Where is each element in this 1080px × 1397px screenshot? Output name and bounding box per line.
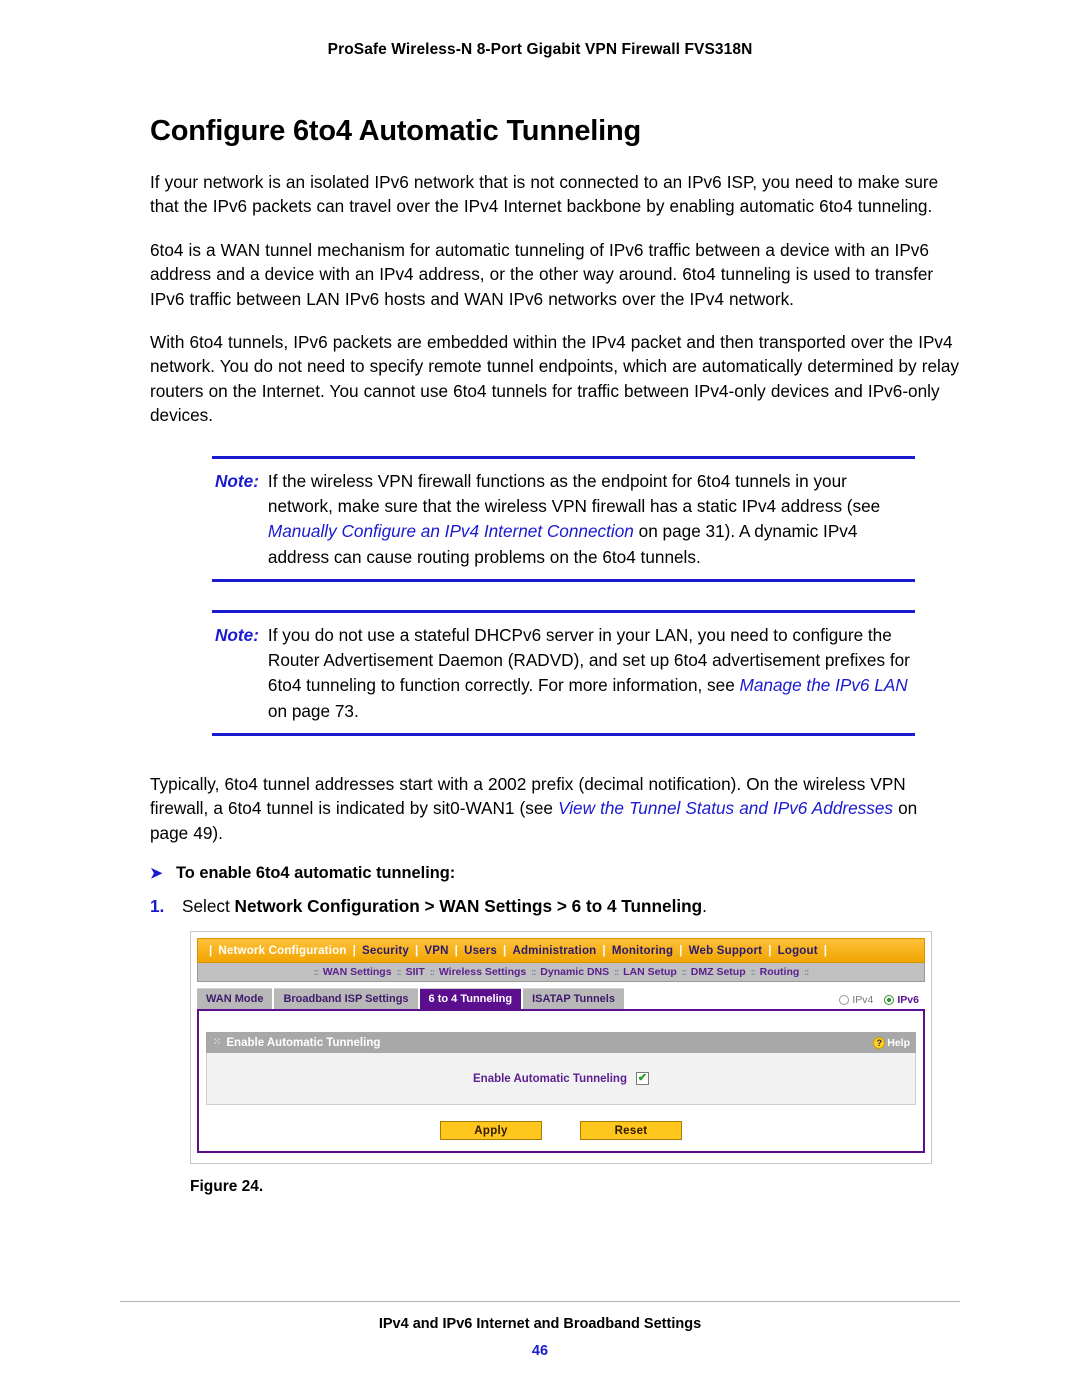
main-menu-bar: | Network Configuration | Security | VPN… [197, 938, 925, 964]
submenu-dot-icon: :: [750, 967, 756, 978]
figure-caption: Figure 24. [190, 1178, 264, 1196]
footer-divider [120, 1301, 960, 1302]
running-header: ProSafe Wireless-N 8-Port Gigabit VPN Fi… [327, 41, 753, 58]
content-column: Configure 6to4 Automatic Tunneling If yo… [0, 115, 1080, 1196]
submenu-dot-icon: :: [313, 967, 319, 978]
menu-separator: | [454, 944, 459, 957]
submenu-item-routing[interactable]: Routing [760, 966, 800, 978]
submenu-dot-icon: :: [614, 967, 619, 978]
submenu-item-wan-settings[interactable]: WAN Settings [323, 966, 392, 978]
step-menu-path: Network Configuration > WAN Settings > 6… [234, 896, 703, 917]
cross-reference-link[interactable]: Manage the IPv6 LAN [740, 675, 908, 695]
panel-spacer [206, 1018, 916, 1033]
menu-item-security[interactable]: Security [360, 945, 411, 957]
enable-automatic-tunneling-label: Enable Automatic Tunneling [473, 1072, 627, 1085]
section-body: Enable Automatic Tunneling ✔ [206, 1053, 916, 1106]
menu-separator: | [768, 944, 772, 957]
page-footer: IPv4 and IPv6 Internet and Broadband Set… [120, 1301, 960, 1359]
page-number: 46 [531, 1343, 549, 1359]
menu-item-monitoring[interactable]: Monitoring [610, 945, 675, 957]
body-paragraph-2: 6to4 is a WAN tunnel mechanism for autom… [150, 239, 934, 309]
menu-item-logout[interactable]: Logout [776, 945, 820, 957]
submenu-item-siit[interactable]: SIIT [406, 966, 425, 978]
submenu-item-dynamic-dns[interactable]: Dynamic DNS [540, 966, 609, 978]
menu-item-web-support[interactable]: Web Support [687, 945, 765, 957]
menu-item-users[interactable]: Users [462, 945, 499, 957]
radio-dot-icon [884, 995, 895, 1006]
enable-automatic-tunneling-checkbox[interactable]: ✔ [635, 1072, 649, 1086]
apply-button[interactable]: Apply [440, 1121, 542, 1141]
reset-button[interactable]: Reset [580, 1121, 682, 1141]
submenu-dot-icon: :: [804, 967, 809, 978]
body-paragraph-3: With 6to4 tunnels, IPv6 packets are embe… [150, 332, 959, 426]
note-label: Note: [215, 624, 259, 645]
radio-ipv6[interactable]: IPv6 [884, 994, 919, 1006]
button-row: Apply Reset [206, 1121, 916, 1141]
body-paragraph-1: If your network is an isolated IPv6 netw… [150, 171, 939, 217]
submenu-dot-icon: :: [681, 967, 687, 978]
menu-item-administration[interactable]: Administration [510, 945, 598, 957]
ip-mode-radio-group: IPv4 IPv6 [839, 994, 925, 1009]
menu-item-vpn[interactable]: VPN [422, 945, 450, 957]
menu-separator: | [823, 944, 828, 957]
menu-separator: | [352, 944, 356, 957]
submenu-dot-icon: :: [429, 967, 435, 978]
radio-ipv4-label: IPv4 [852, 994, 874, 1007]
note-text: If you do not use a stateful DHCPv6 serv… [268, 623, 915, 724]
page-title: Configure 6to4 Automatic Tunneling [150, 115, 642, 147]
tab-isatap-tunnels[interactable]: ISATAP Tunnels [523, 988, 624, 1010]
procedure-heading: ➤ To enable 6to4 automatic tunneling: [150, 864, 960, 883]
menu-separator: | [209, 944, 213, 957]
tab-broadband-isp-settings[interactable]: Broadband ISP Settings [274, 988, 418, 1010]
note-box-2: Note: If you do not use a stateful DHCPv… [212, 609, 915, 736]
submenu-item-lan-setup[interactable]: LAN Setup [623, 966, 677, 978]
help-link[interactable]: ? Help [873, 1036, 910, 1049]
radio-ipv4[interactable]: IPv4 [839, 994, 873, 1006]
menu-separator: | [602, 944, 606, 957]
menu-separator: | [679, 944, 683, 957]
closing-paragraph: Typically, 6to4 tunnel addresses start w… [150, 772, 960, 845]
tab-6-to-4-tunneling[interactable]: 6 to 4 Tunneling [419, 988, 522, 1010]
step-suffix: . [702, 896, 707, 917]
tab-bar: WAN Mode Broadband ISP Settings 6 to 4 T… [197, 985, 925, 1010]
note-text: If the wireless VPN firewall functions a… [268, 469, 915, 570]
note-text-before: If the wireless VPN firewall functions a… [267, 470, 881, 516]
procedure-step-1: 1. Select Network Configuration > WAN Se… [150, 896, 960, 917]
procedure-heading-label: To enable 6to4 automatic tunneling: [176, 864, 456, 883]
sub-menu-bar: :: WAN Settings :: SIIT :: Wireless Sett… [197, 963, 925, 983]
note-text-after: on page 73. [267, 700, 359, 721]
submenu-item-dmz-setup[interactable]: DMZ Setup [691, 966, 746, 978]
submenu-dot-icon: :: [396, 967, 402, 978]
note-label: Note: [215, 470, 259, 491]
step-text: Select Network Configuration > WAN Setti… [182, 896, 707, 917]
content-panel: ⁙ Enable Automatic Tunneling ? Help Enab… [197, 1009, 925, 1154]
submenu-dot-icon: :: [531, 967, 536, 978]
menu-separator: | [414, 944, 419, 957]
submenu-item-wireless-settings[interactable]: Wireless Settings [439, 966, 526, 978]
menu-item-network-configuration[interactable]: Network Configuration [216, 945, 348, 957]
step-number: 1. [150, 896, 165, 917]
help-label: Help [887, 1036, 910, 1049]
section-title: Enable Automatic Tunneling [226, 1036, 381, 1049]
note-box-1: Note: If the wireless VPN firewall funct… [212, 455, 915, 582]
tab-wan-mode[interactable]: WAN Mode [197, 988, 273, 1010]
question-mark-icon: ? [873, 1036, 886, 1049]
figure-screenshot: | Network Configuration | Security | VPN… [190, 931, 932, 1165]
arrow-bullet-icon: ➤ [150, 865, 163, 883]
cross-reference-link[interactable]: View the Tunnel Status and IPv6 Addresse… [558, 798, 893, 818]
radio-dot-icon [839, 995, 850, 1006]
step-prefix: Select [182, 896, 235, 917]
radio-ipv6-label: IPv6 [897, 994, 919, 1007]
footer-title: IPv4 and IPv6 Internet and Broadband Set… [378, 1316, 702, 1332]
menu-separator: | [503, 944, 507, 957]
section-header-enable-automatic-tunneling: ⁙ Enable Automatic Tunneling ? Help [206, 1032, 916, 1054]
grip-handle-icon[interactable]: ⁙ [213, 1037, 221, 1048]
cross-reference-link[interactable]: Manually Configure an IPv4 Internet Conn… [268, 521, 634, 541]
